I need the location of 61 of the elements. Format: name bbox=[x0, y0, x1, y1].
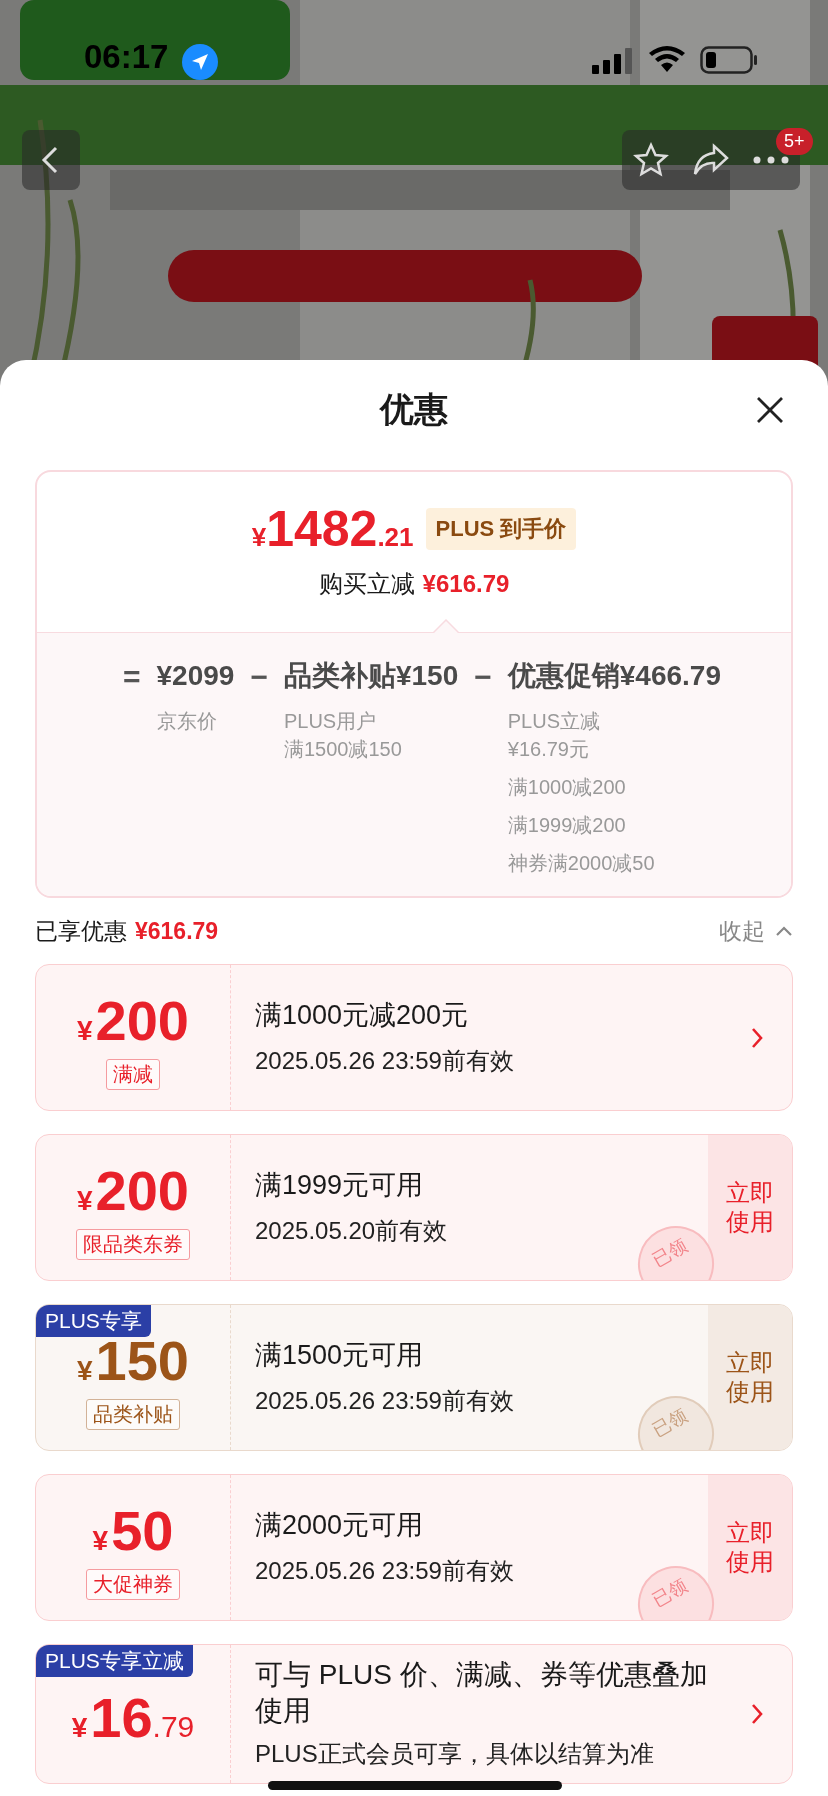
coupon-tag: PLUS专享立减 bbox=[36, 1645, 193, 1677]
price-term: 品类补贴¥150 bbox=[283, 659, 459, 693]
coupon-label: 满减 bbox=[106, 1059, 160, 1090]
coupon-validity: 2025.05.26 23:59前有效 bbox=[255, 1386, 515, 1417]
coupon-label: 大促神券 bbox=[86, 1569, 180, 1600]
coupon-validity: PLUS正式会员可享，具体以结算为准 bbox=[255, 1738, 655, 1769]
coupon-validity: 2025.05.26 23:59前有效 bbox=[255, 1556, 515, 1587]
coupon-title: 满1000元减200元 bbox=[255, 998, 470, 1032]
use-now-button[interactable]: 立即使用 bbox=[708, 1475, 792, 1620]
term-note: 满1999减200 bbox=[507, 812, 627, 838]
battery-icon bbox=[700, 46, 758, 74]
coupon-title: 可与 PLUS 价、满减、券等优惠叠加使用 bbox=[255, 1658, 709, 1729]
chevron-right-icon[interactable] bbox=[751, 1703, 763, 1725]
saving-amount: ¥616.79 bbox=[422, 570, 510, 598]
coupon-card[interactable]: ¥200 限品类东券 满1999元可用 2025.05.20前有效 已领 立即使用 bbox=[35, 1134, 793, 1281]
coupon-title: 满1999元可用 bbox=[255, 1168, 425, 1202]
price-term: ¥2099 bbox=[156, 659, 235, 693]
share-icon[interactable] bbox=[692, 143, 730, 177]
status-time: 06:17 bbox=[84, 38, 169, 76]
price-tag: PLUS 到手价 bbox=[425, 508, 577, 550]
coupon-validity: 2025.05.20前有效 bbox=[255, 1216, 449, 1247]
coupon-tag: PLUS专享 bbox=[36, 1305, 151, 1337]
coupon-title: 满1500元可用 bbox=[255, 1338, 425, 1372]
coupon-title: 满2000元可用 bbox=[255, 1508, 425, 1542]
location-icon bbox=[182, 44, 218, 80]
saving-label: 购买立减 bbox=[318, 569, 415, 599]
coupon-label: 品类补贴 bbox=[86, 1399, 180, 1430]
chevron-icon bbox=[775, 925, 793, 937]
coupon-validity: 2025.05.26 23:59前有效 bbox=[255, 1046, 515, 1077]
wifi-icon bbox=[648, 45, 686, 73]
coupon-amount: ¥16.79 bbox=[71, 1690, 195, 1746]
operator-sign: = bbox=[123, 659, 141, 695]
operator-sign: − bbox=[250, 659, 268, 695]
coupon-amount: ¥50 bbox=[92, 1503, 174, 1559]
star-icon[interactable] bbox=[633, 142, 670, 178]
use-now-button[interactable]: 立即使用 bbox=[708, 1305, 792, 1450]
term-note: 满1000减200 bbox=[507, 774, 627, 800]
coupon-amount: ¥200 bbox=[77, 993, 189, 1049]
term-note: 神券满2000减50 bbox=[507, 850, 656, 876]
chevron-right-icon[interactable] bbox=[751, 1026, 763, 1049]
coupon-amount: ¥200 bbox=[77, 1163, 189, 1219]
coupon-card[interactable]: PLUS专享立减 ¥16.79 可与 PLUS 价、满减、券等优惠叠加使用 PLUS正式会员可享，具体以结算为准 bbox=[35, 1644, 793, 1784]
coupon-label: 限品类东券 bbox=[76, 1229, 190, 1260]
sheet-title: 优惠 bbox=[380, 389, 448, 430]
signal-icon bbox=[592, 48, 634, 74]
operator-sign: − bbox=[474, 659, 492, 695]
back-button[interactable] bbox=[22, 130, 80, 190]
coupon-card[interactable]: ¥50 大促神券 满2000元可用 2025.05.26 23:59前有效 已领 立即使用 bbox=[35, 1474, 793, 1621]
close-icon[interactable] bbox=[756, 396, 784, 424]
summary-amount: ¥616.79 bbox=[135, 917, 219, 945]
final-price: ¥1482.21 bbox=[251, 504, 414, 554]
use-now-button[interactable]: 立即使用 bbox=[708, 1135, 792, 1280]
summary-label: 已享优惠 bbox=[35, 916, 127, 946]
term-note: 京东价 bbox=[156, 708, 218, 734]
term-note: PLUS立减 ¥16.79元 bbox=[507, 708, 601, 762]
term-note: PLUS用户 满1500减150 bbox=[283, 708, 403, 762]
more-icon[interactable] bbox=[752, 156, 789, 164]
collapse-toggle[interactable]: 收起 bbox=[719, 915, 793, 947]
coupon-card[interactable]: PLUS专享 ¥150 品类补贴 满1500元可用 2025.05.26 23:59前有效 已领 立即使用 bbox=[35, 1304, 793, 1451]
coupon-card[interactable]: ¥200 满减 满1000元减200元 2025.05.26 23:59前有效 bbox=[35, 964, 793, 1111]
price-term: 优惠促销¥466.79 bbox=[507, 659, 721, 693]
